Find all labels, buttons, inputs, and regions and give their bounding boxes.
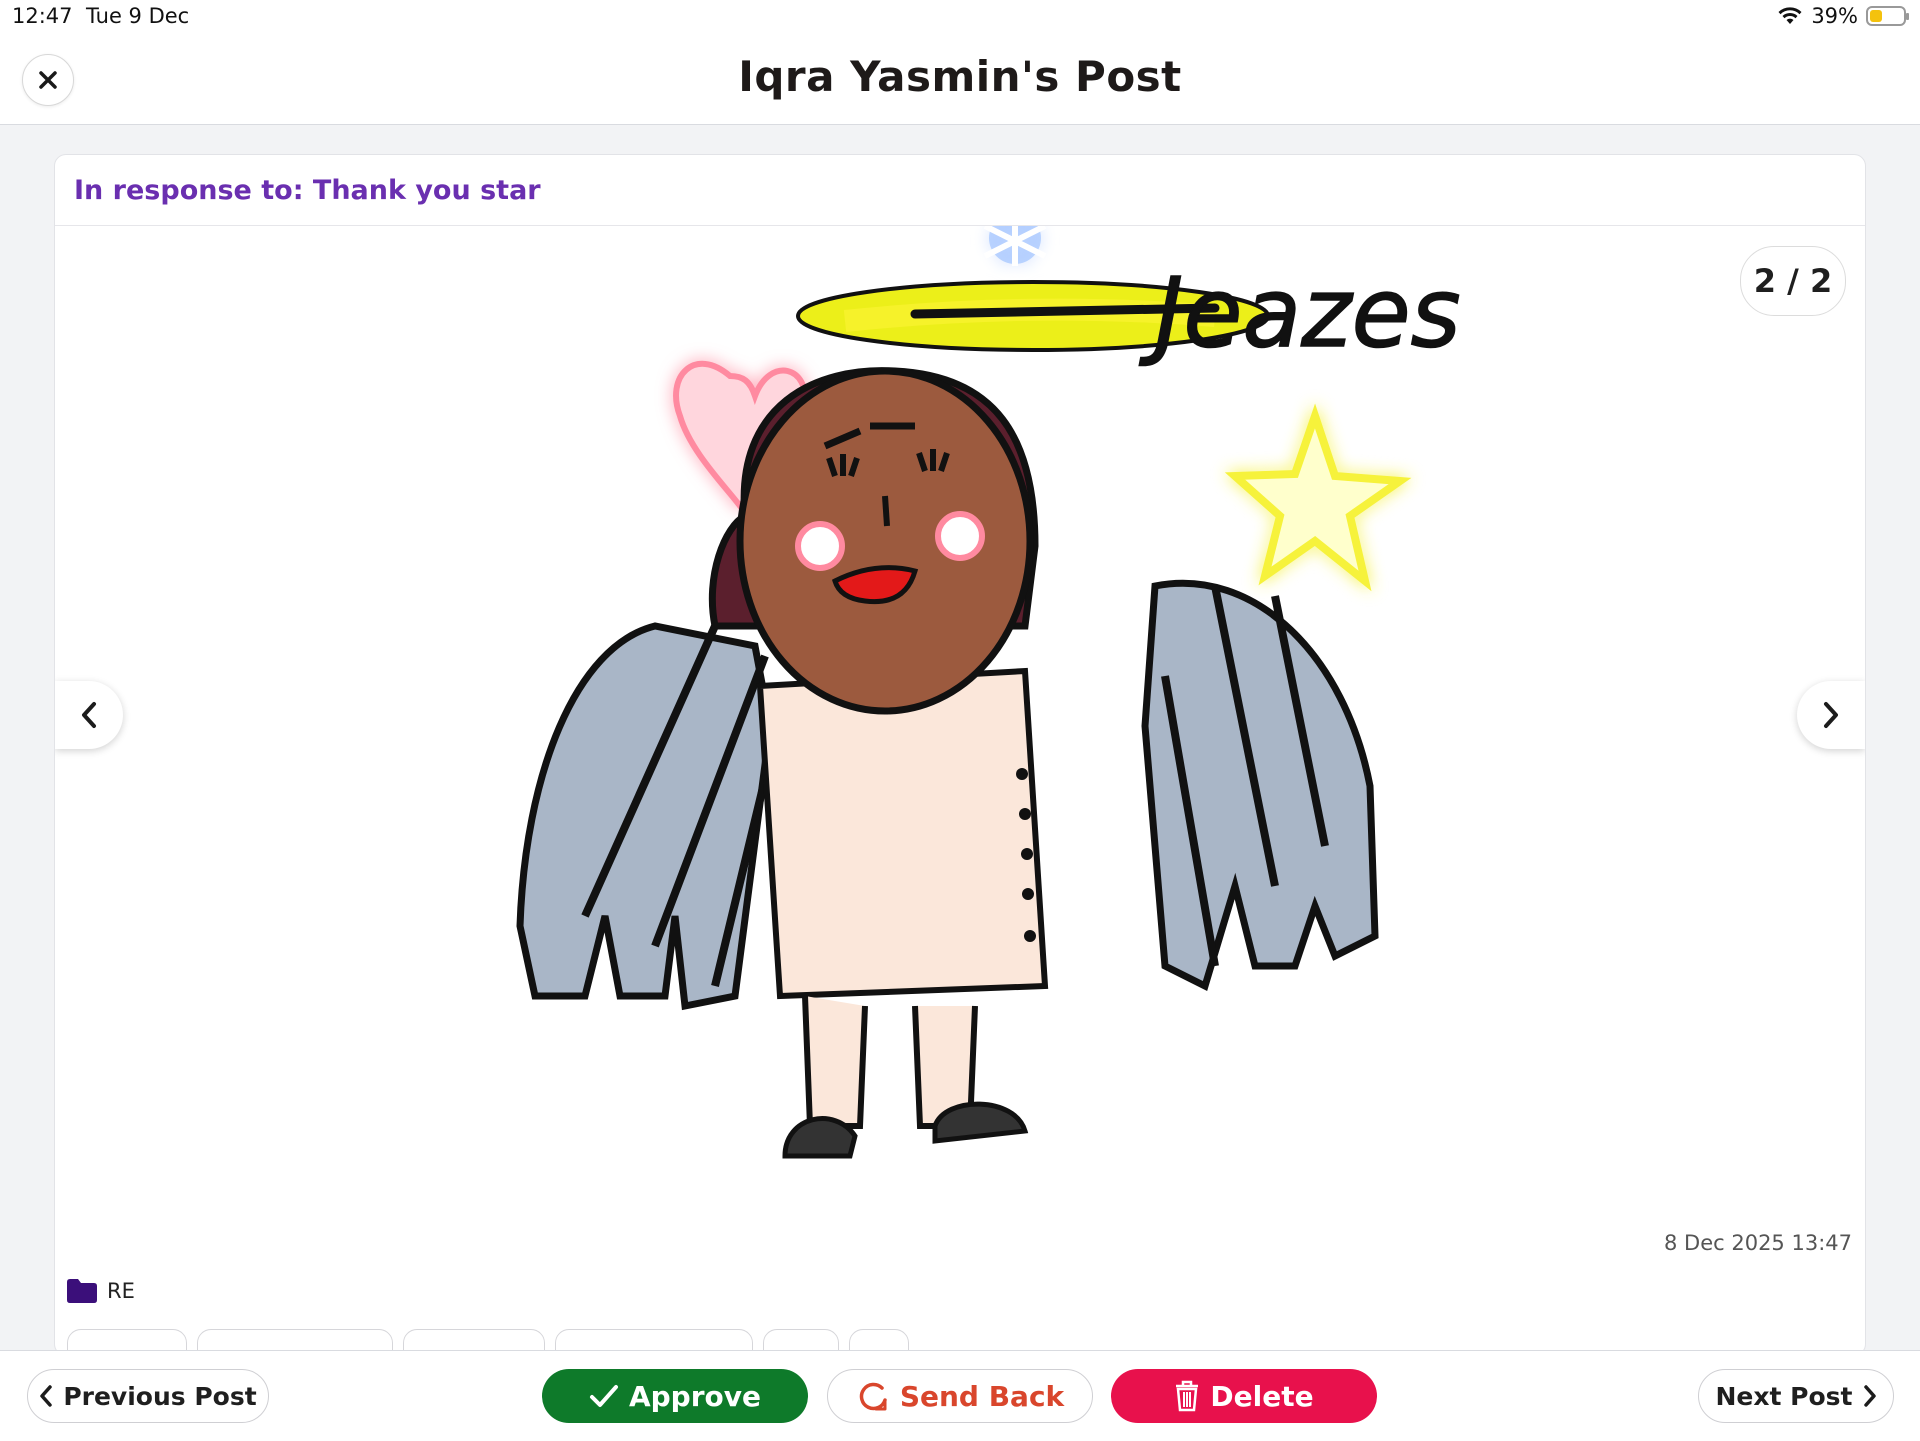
next-post-label: Next Post: [1715, 1381, 1853, 1411]
delete-label: Delete: [1210, 1379, 1314, 1413]
status-date: Tue 9 Dec: [86, 4, 190, 28]
folder-icon: [67, 1279, 97, 1303]
send-back-label: Send Back: [899, 1379, 1065, 1413]
battery-icon: [1866, 6, 1909, 26]
right-wing-doodle: [1141, 579, 1379, 991]
post-drawing: Jeazes: [516, 226, 1461, 1159]
previous-post-label: Previous Post: [63, 1381, 257, 1411]
previous-post-button[interactable]: Previous Post: [27, 1369, 269, 1423]
next-post-button[interactable]: Next Post: [1698, 1369, 1894, 1423]
approve-label: Approve: [628, 1379, 762, 1413]
previous-image-button[interactable]: [55, 681, 123, 749]
status-bar: 12:47 Tue 9 Dec 39%: [0, 0, 1920, 34]
drawing-caption: Jeazes: [1139, 257, 1461, 369]
next-image-button[interactable]: [1797, 681, 1865, 749]
chevron-left-icon: [40, 1385, 53, 1407]
body-doodle: [756, 667, 1049, 1159]
send-back-icon: [859, 1382, 887, 1411]
wifi-icon: [1778, 7, 1802, 24]
review-toolbar: Previous Post Approve Send Back Delete N…: [0, 1350, 1920, 1441]
folder-tag[interactable]: RE: [67, 1279, 135, 1303]
response-link[interactable]: In response to: Thank you star: [74, 175, 541, 206]
send-back-button[interactable]: Send Back: [827, 1369, 1093, 1423]
response-bar: In response to: Thank you star: [55, 155, 1865, 226]
post-header: Iqra Yasmin's Post: [0, 34, 1920, 125]
post-timestamp: 8 Dec 2025 13:47: [1664, 1231, 1852, 1255]
left-wing-doodle: [516, 622, 789, 1011]
battery-level: [1870, 10, 1882, 22]
page-title: Iqra Yasmin's Post: [738, 52, 1182, 101]
chevron-left-icon: [82, 702, 96, 728]
delete-button[interactable]: Delete: [1111, 1369, 1377, 1423]
post-card: In response to: Thank you star Jeazes 2 …: [54, 154, 1866, 1356]
approve-button[interactable]: Approve: [542, 1369, 808, 1423]
status-indicators: 39%: [1777, 4, 1909, 28]
trash-icon: [1176, 1380, 1199, 1412]
chevron-right-icon: [1863, 1385, 1876, 1407]
chevron-right-icon: [1824, 702, 1838, 728]
battery-percent: 39%: [1811, 4, 1858, 28]
snowflake-doodle: [983, 226, 1047, 266]
status-time: 12:47: [12, 4, 73, 28]
checkmark-icon: [589, 1385, 618, 1407]
post-image-area: Jeazes 2 / 2: [55, 226, 1865, 1216]
page-counter: 2 / 2: [1740, 246, 1846, 316]
folder-label: RE: [107, 1279, 135, 1303]
